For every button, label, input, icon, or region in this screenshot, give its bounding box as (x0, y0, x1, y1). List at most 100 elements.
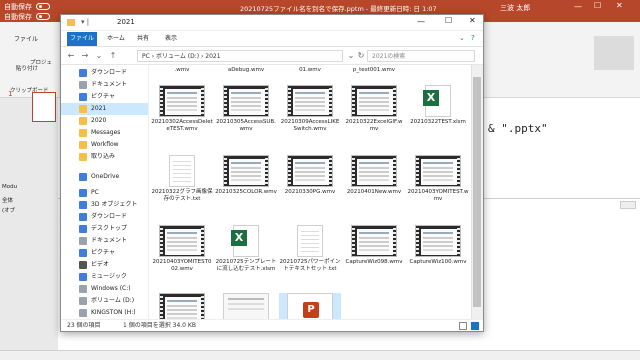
up-arrow-icon[interactable]: ↑ (107, 50, 119, 62)
nav-item[interactable]: 取り込み (61, 151, 148, 163)
nav-item[interactable]: Messages (61, 127, 148, 139)
folder-icon (79, 141, 87, 149)
file-item[interactable]: 20210403YOMITEST002.wmv (151, 225, 213, 277)
ribbon-tab-file[interactable]: ファイル (14, 34, 38, 43)
file-item[interactable]: CaptureWiz098.wmv (343, 225, 405, 277)
nav-item[interactable]: PC (61, 187, 148, 199)
all-label: 全体 (2, 198, 14, 204)
nav-item[interactable]: ドキュメント (61, 79, 148, 91)
file-caption[interactable]: aDebug.wmv (215, 67, 277, 73)
explorer-close-icon[interactable]: ✕ (469, 16, 476, 25)
nav-item-label: ビデオ (91, 261, 110, 268)
file-item[interactable]: X 20210725テンプレートに流し込むテスト.xlsm (215, 225, 277, 277)
file-item[interactable]: IOHD0014.MP4 (151, 293, 213, 319)
search-input[interactable]: 2021の検索 (367, 50, 475, 62)
file-item[interactable]: TEST_Gif.gif (215, 293, 277, 319)
details-view-icon[interactable] (459, 322, 467, 330)
quick-access-toolbar-icon[interactable]: ▾ | (81, 18, 89, 26)
ribbon-expand-icon[interactable]: ⌄ (459, 34, 465, 42)
recent-chevron-down-icon[interactable]: ⌄ (93, 50, 105, 62)
file-explorer-window: ▾ | 2021 — ☐ ✕ ファイル ホーム 共有 表示 ⌄ ? ← → ⌄ … (60, 14, 484, 332)
slide-number: 1 (8, 90, 13, 98)
file-item[interactable]: CaptureWiz100.wmv (407, 225, 469, 277)
back-arrow-icon[interactable]: ← (65, 50, 77, 62)
video-thumbnail-icon (159, 85, 205, 117)
file-item[interactable]: 20210322ExcelGIF.wmv (343, 85, 405, 137)
nav-item[interactable]: ボリューム (D:) (61, 295, 148, 307)
nav-item[interactable]: KINGSTON (H:) (61, 307, 148, 319)
file-caption[interactable]: p_test001.wmv (343, 67, 405, 73)
autosave-toggle[interactable] (36, 3, 50, 10)
tab-file[interactable]: ファイル (67, 32, 97, 46)
file-name: 20210305AccessSUB.wmv (216, 119, 276, 132)
module-label: Modu (2, 184, 18, 190)
close-icon[interactable]: ✕ (616, 1, 623, 10)
nav-item[interactable]: Windows (C:) (61, 283, 148, 295)
folder-icon (79, 117, 87, 125)
file-item[interactable]: 20210725パワーポイントテキストセット.txt (279, 225, 341, 277)
file-item[interactable]: 20210305AccessSUB.wmv (215, 85, 277, 137)
file-item[interactable]: 20210322グラフ画像保存のテスト.txt (151, 155, 213, 207)
file-name: 20210302AccessDeleteTEST.wmv (151, 119, 213, 132)
tab-view[interactable]: 表示 (165, 31, 177, 47)
excel-file-icon: X (231, 225, 259, 257)
nav-item[interactable]: ピクチャ (61, 91, 148, 103)
explorer-minimize-icon[interactable]: — (417, 17, 425, 26)
nav-item-label: ボリューム (D:) (91, 297, 135, 304)
file-caption[interactable]: .wmv (151, 67, 213, 73)
explorer-maximize-icon[interactable]: ☐ (445, 16, 452, 25)
tab-share[interactable]: 共有 (137, 31, 149, 47)
tab-home[interactable]: ホーム (107, 31, 125, 47)
file-item[interactable]: 20210403YOMITEST.wmv (407, 155, 469, 207)
autosave-toggle-2[interactable] (36, 13, 50, 20)
pictures-icon (79, 249, 87, 257)
nav-item[interactable]: デスクトップ (61, 223, 148, 235)
nav-item[interactable]: 2020 (61, 115, 148, 127)
desktop-icon (79, 225, 87, 233)
minimize-icon[interactable]: — (574, 2, 582, 11)
file-item[interactable]: 20210309AccessLIKESwitch.wmv (279, 85, 341, 137)
file-name: CaptureWiz100.wmv (409, 259, 467, 265)
nav-item[interactable]: ドキュメント (61, 235, 148, 247)
help-icon[interactable]: ? (471, 34, 475, 42)
file-item[interactable]: 20210325COLOR.wmv (215, 155, 277, 207)
nav-item[interactable]: ダウンロード (61, 67, 148, 79)
nav-item-label: ミュージック (91, 273, 127, 280)
nav-item[interactable]: ダウンロード (61, 211, 148, 223)
code-fragment: & ".pptx" (488, 122, 548, 135)
nav-item[interactable]: 3D オブジェクト (61, 199, 148, 211)
onedrive-icon (79, 173, 87, 181)
file-item[interactable]: X 20210322TEST.xlsm (407, 85, 469, 137)
file-name: 20210401New.wmv (346, 189, 402, 195)
slide-thumbnail-panel: プロジェ 1 Modu 全体 (オブ (0, 60, 58, 350)
file-item[interactable]: 20210401New.wmv (343, 155, 405, 207)
address-row: ← → ⌄ ↑ PC › ボリューム (D:) › 2021 ⌄ ↻ 2021の… (61, 47, 483, 65)
scrollbar-thumb[interactable] (473, 77, 481, 307)
refresh-icon[interactable]: ↻ (355, 50, 367, 62)
nav-item-label: 2020 (91, 117, 107, 124)
video-thumbnail-icon (223, 155, 269, 187)
nav-item[interactable]: ミュージック (61, 271, 148, 283)
file-item[interactable]: 20210302AccessDeleteTEST.wmv (151, 85, 213, 137)
nav-item[interactable]: ビデオ (61, 259, 148, 271)
nav-item[interactable]: 2021 (61, 103, 148, 115)
nav-item[interactable]: ピクチャ (61, 247, 148, 259)
nav-item[interactable]: OneDrive (61, 171, 148, 183)
slide-thumbnail[interactable] (32, 92, 56, 122)
text-file-icon (169, 155, 195, 187)
large-icons-view-icon[interactable] (471, 322, 479, 330)
maximize-icon[interactable]: ☐ (594, 1, 601, 10)
nav-item-label: ピクチャ (91, 93, 115, 100)
video-thumbnail-icon (287, 155, 333, 187)
forward-arrow-icon[interactable]: → (79, 50, 91, 62)
file-name: 20210403YOMITEST.wmv (407, 189, 469, 202)
file-item[interactable]: Pテンプレ000.pptx (279, 293, 341, 319)
nav-item-label: ダウンロード (91, 69, 128, 76)
file-item[interactable]: 20210330PG.wmv (279, 155, 341, 207)
video-thumbnail-icon (351, 225, 397, 257)
video-thumbnail-icon (351, 155, 397, 187)
nav-item[interactable]: Workflow (61, 139, 148, 151)
pane-scroll-button[interactable] (620, 201, 636, 209)
file-caption[interactable]: 01.wmv (279, 67, 341, 73)
address-bar[interactable]: PC › ボリューム (D:) › 2021 (137, 50, 343, 62)
